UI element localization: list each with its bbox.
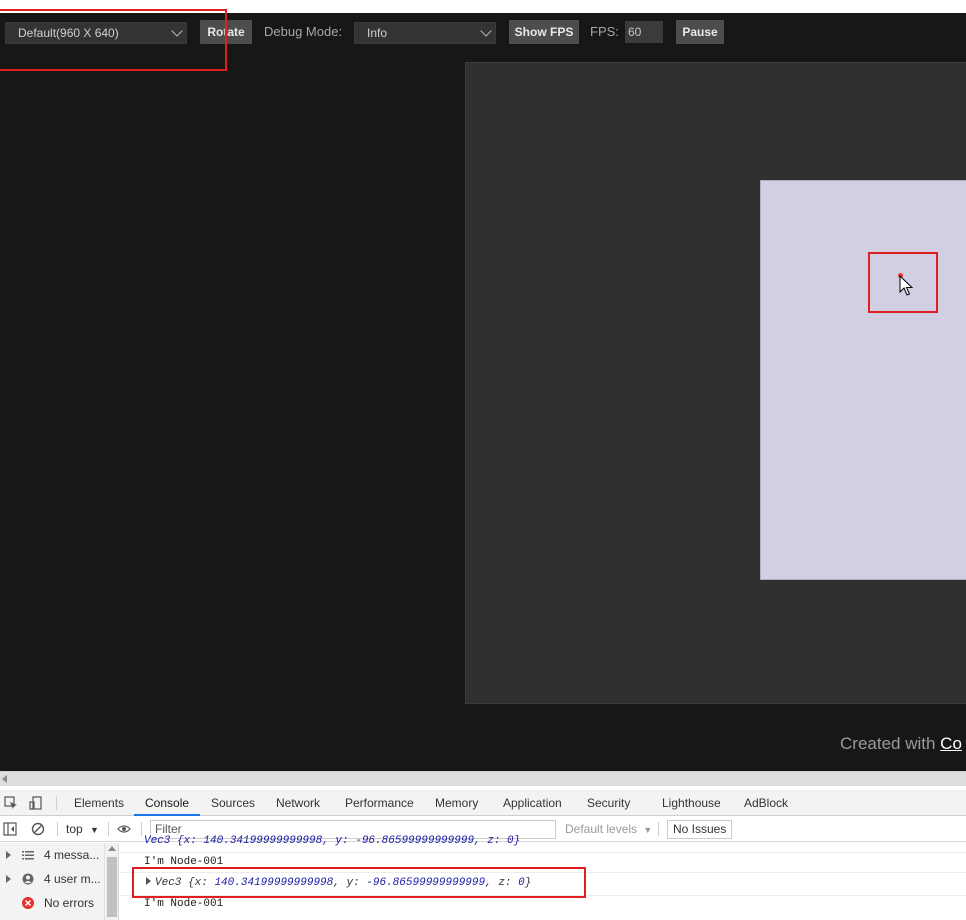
expand-arrow-icon[interactable] bbox=[146, 877, 151, 885]
console-output: Vec3 {x: 140.34199999999998, y: -96.8659… bbox=[120, 835, 966, 920]
chevron-down-icon bbox=[171, 25, 183, 37]
browser-top-strip bbox=[0, 0, 966, 13]
mouse-cursor-icon bbox=[899, 275, 913, 296]
sidebar-item-messages[interactable]: 4 messa... bbox=[0, 843, 104, 867]
object-type: Vec3 bbox=[155, 877, 182, 889]
object-value-y: -96.86599999999999 bbox=[366, 877, 486, 889]
console-line: Vec3 {x: 140.34199999999998, y: -96.8659… bbox=[144, 835, 520, 847]
expand-arrow-icon bbox=[6, 875, 11, 883]
object-key-y: y: bbox=[346, 877, 367, 889]
pause-button[interactable]: Pause bbox=[676, 20, 724, 44]
expand-arrow-icon bbox=[6, 851, 11, 859]
sidebar-item-errors[interactable]: No errors bbox=[0, 891, 104, 915]
resolution-select[interactable]: Default(960 X 640) bbox=[5, 22, 187, 44]
tab-performance[interactable]: Performance bbox=[345, 790, 414, 816]
eye-icon[interactable] bbox=[117, 822, 131, 836]
tab-security[interactable]: Security bbox=[587, 790, 630, 816]
show-fps-button[interactable]: Show FPS bbox=[509, 20, 579, 44]
resolution-select-value: Default(960 X 640) bbox=[18, 26, 119, 40]
console-object-line[interactable]: Vec3 {x: 140.34199999999998, y: -96.8659… bbox=[146, 877, 531, 889]
debug-mode-label: Debug Mode: bbox=[264, 24, 343, 39]
toolbar-separator bbox=[108, 822, 109, 836]
tab-memory[interactable]: Memory bbox=[435, 790, 478, 816]
fps-input[interactable]: 60 bbox=[625, 21, 663, 43]
toolbar-separator bbox=[57, 822, 58, 836]
dropdown-arrow-icon: ▼ bbox=[90, 825, 99, 835]
tab-application[interactable]: Application bbox=[503, 790, 562, 816]
devtools-panel: Elements Console Sources Network Perform… bbox=[0, 786, 966, 920]
tab-console[interactable]: Console bbox=[134, 790, 201, 816]
clear-console-icon[interactable] bbox=[31, 822, 45, 836]
line-divider bbox=[120, 852, 966, 853]
dropdown-arrow-icon: ▼ bbox=[643, 825, 653, 835]
fps-label: FPS: bbox=[590, 24, 619, 39]
sidebar-item-label: 4 user m... bbox=[44, 872, 101, 886]
debug-mode-select[interactable]: Info bbox=[354, 22, 496, 44]
app-root: Default(960 X 640) Rotate Debug Mode: In… bbox=[0, 0, 966, 920]
rotate-button[interactable]: Rotate bbox=[200, 20, 252, 44]
tab-separator bbox=[56, 796, 57, 810]
log-levels-select[interactable]: Default levels ▼ bbox=[565, 822, 652, 836]
brand-link[interactable]: Co bbox=[940, 734, 962, 753]
sidebar-toggle-icon[interactable] bbox=[3, 822, 17, 836]
inspect-element-icon[interactable] bbox=[4, 796, 18, 810]
console-sidebar: 4 messa... 4 user m... No errors bbox=[0, 843, 119, 920]
no-issues-button[interactable]: No Issues bbox=[667, 820, 733, 839]
console-line: I'm Node-001 bbox=[144, 856, 224, 868]
sidebar-item-label: No errors bbox=[44, 896, 95, 910]
log-levels-label: Default levels bbox=[565, 822, 638, 836]
context-select-value: top bbox=[66, 822, 83, 836]
sidebar-item-label: 4 messa... bbox=[44, 848, 100, 862]
line-divider bbox=[120, 872, 966, 873]
scroll-up-icon[interactable] bbox=[108, 846, 116, 851]
object-value-z: 0 bbox=[518, 877, 525, 889]
sidebar-scrollbar[interactable] bbox=[104, 843, 118, 920]
object-key-x: x: bbox=[194, 877, 215, 889]
context-select[interactable]: top ▼ bbox=[66, 822, 99, 836]
tab-network[interactable]: Network bbox=[276, 790, 320, 816]
error-icon bbox=[22, 897, 34, 909]
scene-canvas[interactable] bbox=[760, 180, 966, 580]
list-icon bbox=[22, 851, 34, 860]
console-line-text: Vec3 {x: 140.34199999999998, y: -96.8659… bbox=[144, 835, 521, 847]
sidebar-item-user-messages[interactable]: 4 user m... bbox=[0, 867, 104, 891]
object-value-x: 140.34199999999998 bbox=[214, 877, 334, 889]
user-icon bbox=[22, 873, 34, 885]
object-key-z: z: bbox=[498, 877, 519, 889]
horizontal-scrollbar[interactable] bbox=[0, 771, 966, 786]
devtools-tab-bar: Elements Console Sources Network Perform… bbox=[0, 790, 966, 816]
debug-mode-select-value: Info bbox=[367, 26, 388, 40]
console-line: I'm Node-001 bbox=[144, 898, 224, 910]
scrollbar-thumb[interactable] bbox=[107, 857, 117, 917]
tab-sources[interactable]: Sources bbox=[211, 790, 255, 816]
device-toolbar-icon[interactable] bbox=[29, 796, 43, 810]
created-with-text: Created with bbox=[840, 734, 936, 753]
tab-adblock[interactable]: AdBlock bbox=[744, 790, 788, 816]
tab-elements[interactable]: Elements bbox=[74, 790, 124, 816]
created-with-footer: Created with Co bbox=[840, 734, 962, 754]
line-divider bbox=[120, 895, 966, 896]
toolbar-separator bbox=[141, 822, 142, 836]
preview-toolbar: Default(960 X 640) Rotate Debug Mode: In… bbox=[0, 13, 966, 51]
chevron-down-icon bbox=[480, 25, 492, 37]
toolbar-separator bbox=[658, 822, 659, 836]
tab-lighthouse[interactable]: Lighthouse bbox=[662, 790, 721, 816]
scroll-left-icon[interactable] bbox=[2, 775, 7, 783]
